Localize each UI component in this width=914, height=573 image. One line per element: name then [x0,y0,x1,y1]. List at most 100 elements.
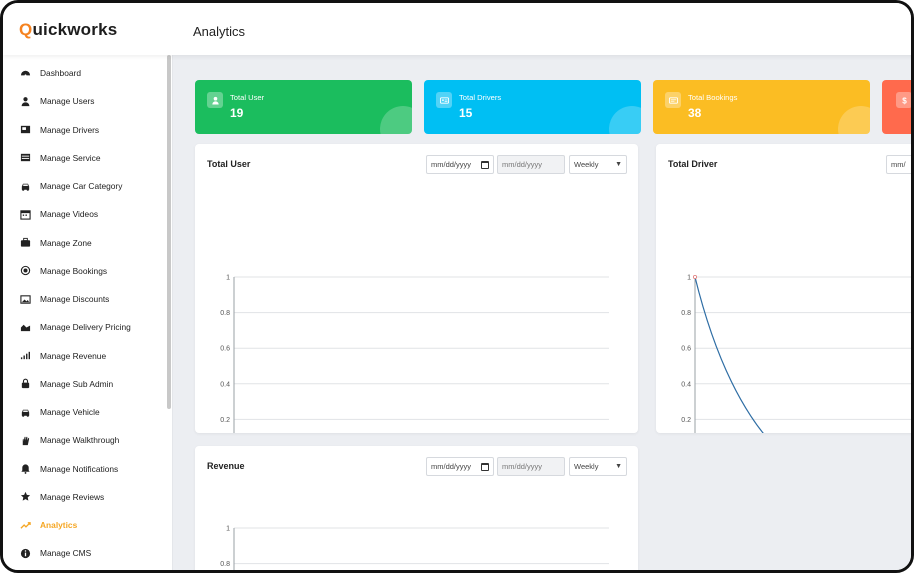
y-tick-label: 0.8 [681,310,691,317]
user-icon [207,92,223,108]
chart-card-revenue: Revenue mm/dd/yyyy mm/dd/yyyy Weekly ▼ 0.… [195,446,638,570]
dollar-icon: $ [896,92,911,108]
sidebar-item-manage-discounts[interactable]: Manage Discounts [3,285,172,313]
sidebar-scrollbar[interactable] [167,55,171,409]
sidebar-item-manage-sub-admin[interactable]: Manage Sub Admin [3,370,172,398]
logo[interactable]: Quickworks [19,20,117,40]
y-tick-label: 0.6 [681,346,691,353]
y-tick-label: 0.2 [681,417,691,424]
y-tick-label: 1 [226,526,230,533]
id-card-icon [436,92,452,108]
star-icon [18,490,32,504]
sidebar-item-dashboard[interactable]: Dashboard [3,59,172,87]
sidebar-item-label: Manage Drivers [40,124,100,135]
logo-letter: Q [19,20,33,39]
sidebar-item-manage-cms[interactable]: Manage CMS [3,539,172,567]
booking-icon [665,92,681,108]
sidebar-item-label: Manage Zone [40,237,92,248]
briefcase-icon [18,236,32,250]
car-icon [18,179,32,193]
sidebar-item-label: Manage Bookings [40,265,108,276]
svg-text:$: $ [902,96,907,105]
signal-bars-icon [18,349,32,363]
decorative-circle [380,106,412,134]
calendar-icon [18,207,32,221]
sidebar-menu: Dashboard Manage Users Manage Drivers Manag… [3,55,172,568]
sidebar-item-label: Manage CMS [40,548,92,559]
lock-icon [18,377,32,391]
sidebar-item-label: Manage Users [40,96,95,107]
sidebar-item-manage-walkthrough[interactable]: Manage Walkthrough [3,426,172,454]
y-tick-label: 0.4 [220,381,230,388]
app-window: Quickworks Analytics Dashboard Manage Use… [0,0,914,573]
data-point [693,274,698,279]
y-tick-label: 1 [687,275,691,282]
decorative-circle [609,106,641,134]
stat-card-total-bookings[interactable]: Total Bookings 38 [653,80,870,134]
chart-card-total-user: Total User mm/dd/yyyy mm/dd/yyyy Weekly ▼… [195,144,638,433]
top-bar: Quickworks Analytics [3,3,911,55]
series-line [694,276,764,433]
y-tick-label: 1 [226,275,230,282]
sidebar-item-label: Manage Sub Admin [40,378,114,389]
sidebar-item-manage-vehicle[interactable]: Manage Vehicle [3,398,172,426]
decorative-circle [838,106,870,134]
y-tick-label: 0.6 [220,346,230,353]
user-icon [18,94,32,108]
stat-label: Total Bookings [688,93,738,102]
sidebar-item-label: Manage Service [40,152,101,163]
area-chart-icon [18,320,32,334]
stat-value: 38 [688,106,702,120]
sidebar-item-label: Manage Delivery Pricing [40,322,131,333]
stat-card-total-user[interactable]: Total User 19 [195,80,412,134]
sidebar-item-manage-zone[interactable]: Manage Zone [3,229,172,257]
y-tick-label: 0.8 [220,561,230,568]
page-title: Analytics [193,24,246,39]
sidebar-item-label: Analytics [40,520,78,531]
total-driver-chart: 0.20.40.60.8101-02-202308-02-202315-02-2… [681,274,911,433]
info-icon [18,546,32,560]
y-tick-label: 0.2 [220,417,230,424]
image-icon [18,292,32,306]
sidebar-item-manage-revenue[interactable]: Manage Revenue [3,342,172,370]
revenue-chart: 0.81 [220,526,609,570]
stat-card-total-drivers[interactable]: Total Drivers 15 [424,80,641,134]
stat-label: Total Drivers [459,93,502,102]
sidebar-item-manage-users[interactable]: Manage Users [3,87,172,115]
stat-value: 15 [459,106,473,120]
sidebar-item-manage-service[interactable]: Manage Service [3,144,172,172]
sidebar-item-manage-notifications[interactable]: Manage Notifications [3,455,172,483]
main-content: Total User 19 Total Drivers 15 Total Boo… [173,55,911,570]
target-icon [18,264,32,278]
y-tick-label: 0.8 [220,310,230,317]
sidebar-item-label: Manage Notifications [40,463,119,474]
sidebar-item-manage-reviews[interactable]: Manage Reviews [3,483,172,511]
sidebar-item-label: Manage Reviews [40,491,105,502]
sidebar-item-label: Manage Car Category [40,181,123,192]
sidebar-item-analytics[interactable]: Analytics [3,511,172,539]
stat-value: 19 [230,106,244,120]
sidebar-item-manage-delivery-pricing[interactable]: Manage Delivery Pricing [3,313,172,341]
trend-icon [18,518,32,532]
sidebar-item-label: Manage Vehicle [40,407,100,418]
chart-card-total-driver: Total Driver mm/ 0.20.40.60.8101-02-2023… [656,144,911,433]
stat-card-revenue[interactable]: $ [882,80,911,134]
sidebar-item-manage-drivers[interactable]: Manage Drivers [3,116,172,144]
sidebar-item-manage-videos[interactable]: Manage Videos [3,200,172,228]
y-tick-label: 0.4 [681,381,691,388]
hand-icon [18,433,32,447]
dashboard-icon [18,66,32,80]
sidebar-item-label: Manage Revenue [40,350,107,361]
logo-text: uickworks [32,20,118,39]
service-icon [18,151,32,165]
sidebar-item-manage-bookings[interactable]: Manage Bookings [3,257,172,285]
sidebar-item-label: Manage Discounts [40,294,110,305]
stat-label: Total User [230,93,265,102]
car-icon [18,405,32,419]
id-card-icon [18,123,32,137]
sidebar-item-label: Dashboard [40,68,81,79]
sidebar: Dashboard Manage Users Manage Drivers Manag… [3,55,173,570]
sidebar-item-label: Manage Videos [40,209,99,220]
total-user-chart: 0.20.40.60.8101-02-202308-02-202315-02-2… [220,275,609,433]
sidebar-item-manage-car-category[interactable]: Manage Car Category [3,172,172,200]
